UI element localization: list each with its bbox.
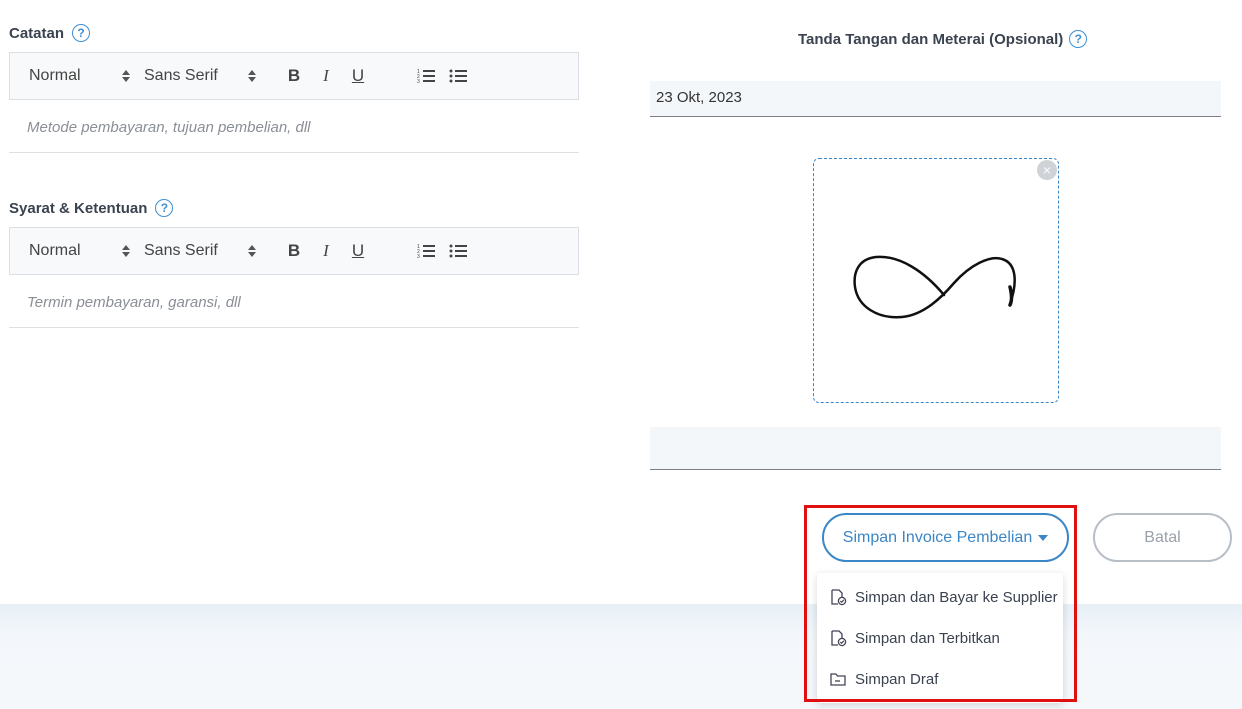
notes-font-select[interactable]: Sans Serif: [130, 53, 256, 99]
ordered-list-icon[interactable]: 123: [410, 235, 442, 267]
italic-button[interactable]: I: [310, 60, 342, 92]
underline-button[interactable]: U: [342, 235, 374, 267]
help-icon[interactable]: ?: [155, 199, 174, 217]
help-icon[interactable]: ?: [72, 24, 91, 42]
cancel-button[interactable]: Batal: [1093, 513, 1232, 562]
notes-label: Catatan ?: [9, 24, 91, 42]
notes-label-text: Catatan: [9, 24, 65, 42]
bullet-list-icon[interactable]: [442, 235, 474, 267]
signature-image: [853, 255, 1016, 319]
font-value: Sans Serif: [144, 67, 218, 84]
notes-editor[interactable]: Metode pembayaran, tujuan pembelian, dll: [9, 101, 579, 153]
terms-toolbar: Normal Sans Serif B I U 123: [9, 227, 579, 275]
bullet-list-icon[interactable]: [442, 60, 474, 92]
help-icon[interactable]: ?: [1069, 30, 1088, 48]
bold-button[interactable]: B: [278, 60, 310, 92]
terms-label: Syarat & Ketentuan ?: [9, 199, 174, 217]
svg-text:3: 3: [417, 79, 420, 84]
italic-button[interactable]: I: [310, 235, 342, 267]
signature-title: Tanda Tangan dan Meterai (Opsional) ?: [798, 30, 1088, 48]
updown-icon: [122, 70, 130, 82]
svg-text:3: 3: [417, 254, 420, 259]
updown-icon: [248, 245, 256, 257]
font-value: Sans Serif: [144, 242, 218, 259]
updown-icon: [122, 245, 130, 257]
underline-button[interactable]: U: [342, 60, 374, 92]
signer-name-field[interactable]: [650, 427, 1221, 470]
ordered-list-icon[interactable]: 123: [410, 60, 442, 92]
signature-date-field[interactable]: 23 Okt, 2023: [650, 81, 1221, 117]
signature-upload-box[interactable]: [813, 158, 1059, 403]
terms-editor[interactable]: Termin pembayaran, garansi, dll: [9, 276, 579, 328]
notes-toolbar: Normal Sans Serif B I U 123: [9, 52, 579, 100]
signature-title-text: Tanda Tangan dan Meterai (Opsional): [798, 30, 1064, 48]
terms-style-select[interactable]: Normal: [10, 228, 130, 274]
style-value: Normal: [29, 67, 81, 84]
notes-style-select[interactable]: Normal: [10, 53, 130, 99]
bold-button[interactable]: B: [278, 235, 310, 267]
highlight-annotation: [804, 505, 1077, 702]
remove-signature-icon[interactable]: ×: [1037, 160, 1057, 180]
updown-icon: [248, 70, 256, 82]
style-value: Normal: [29, 242, 81, 259]
terms-font-select[interactable]: Sans Serif: [130, 228, 256, 274]
terms-label-text: Syarat & Ketentuan: [9, 199, 148, 217]
